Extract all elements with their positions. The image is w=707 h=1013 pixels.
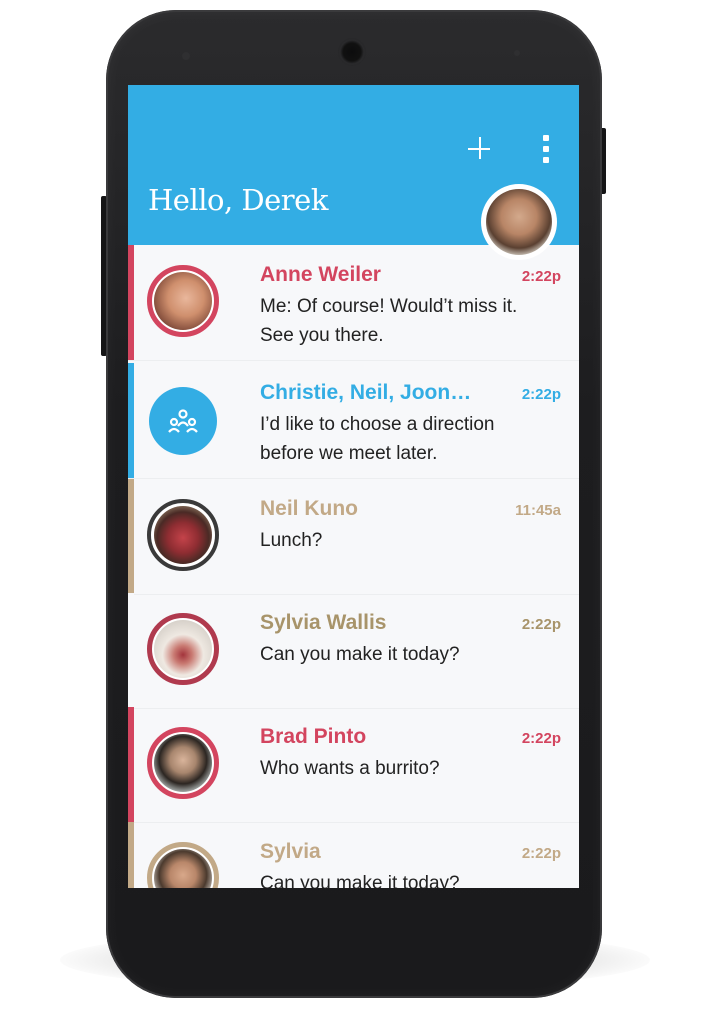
group-icon	[149, 387, 217, 455]
more-vert-icon[interactable]	[540, 135, 552, 163]
contact-name: Anne Weiler	[260, 263, 381, 286]
row-accent	[128, 479, 134, 594]
message-time: 11:45a	[515, 502, 561, 519]
row-accent	[128, 822, 134, 888]
contact-name: Neil Kuno	[260, 497, 358, 520]
user-avatar[interactable]	[481, 184, 557, 260]
message-preview: I’d like to choose a direction before we…	[260, 414, 495, 464]
front-camera	[338, 38, 366, 66]
message-time: 2:22p	[521, 268, 561, 285]
conversation-row[interactable]: Anne Weiler 2:22p Me: Of course! Would’t…	[128, 245, 579, 361]
row-accent	[128, 593, 134, 708]
row-accent	[128, 707, 134, 822]
conversation-row[interactable]: Sylvia 2:22p Can you make it today?	[128, 822, 579, 888]
message-preview: Can you make it today?	[260, 644, 460, 665]
row-accent	[128, 363, 134, 478]
message-preview: Lunch?	[260, 530, 323, 551]
message-time: 2:22p	[521, 845, 561, 862]
contact-name: Sylvia	[260, 840, 321, 863]
sensor-dot	[182, 52, 190, 60]
contact-name: Brad Pinto	[260, 725, 367, 748]
message-preview: Me: Of course! Would’t miss it. See you …	[260, 296, 518, 346]
conversation-row[interactable]: Sylvia Wallis 2:22p Can you make it toda…	[128, 593, 579, 709]
message-time: 2:22p	[521, 730, 561, 747]
conversation-row[interactable]: Brad Pinto 2:22p Who wants a burrito?	[128, 707, 579, 823]
screen: Hello, Derek Anne Weiler 2:22p Me: Of co…	[128, 85, 579, 888]
avatar	[147, 265, 219, 337]
message-time: 2:22p	[521, 386, 561, 403]
avatar	[147, 613, 219, 685]
message-preview: Who wants a burrito?	[260, 758, 440, 779]
row-divider	[128, 360, 579, 361]
message-preview: Can you make it today?	[260, 873, 460, 888]
avatar	[147, 499, 219, 571]
avatar	[147, 842, 219, 888]
avatar	[147, 727, 219, 799]
message-time: 2:22p	[521, 616, 561, 633]
conversation-row[interactable]: Neil Kuno 11:45a Lunch?	[128, 479, 579, 595]
sensor-dot	[514, 50, 520, 56]
contact-name: Sylvia Wallis	[260, 611, 387, 634]
conversation-row[interactable]: Christie, Neil, Joon… 2:22p I’d like to …	[128, 363, 579, 479]
plus-icon[interactable]	[466, 135, 494, 163]
row-accent	[128, 245, 134, 360]
greeting-title: Hello, Derek	[148, 183, 328, 217]
contact-name: Christie, Neil, Joon…	[260, 381, 472, 404]
